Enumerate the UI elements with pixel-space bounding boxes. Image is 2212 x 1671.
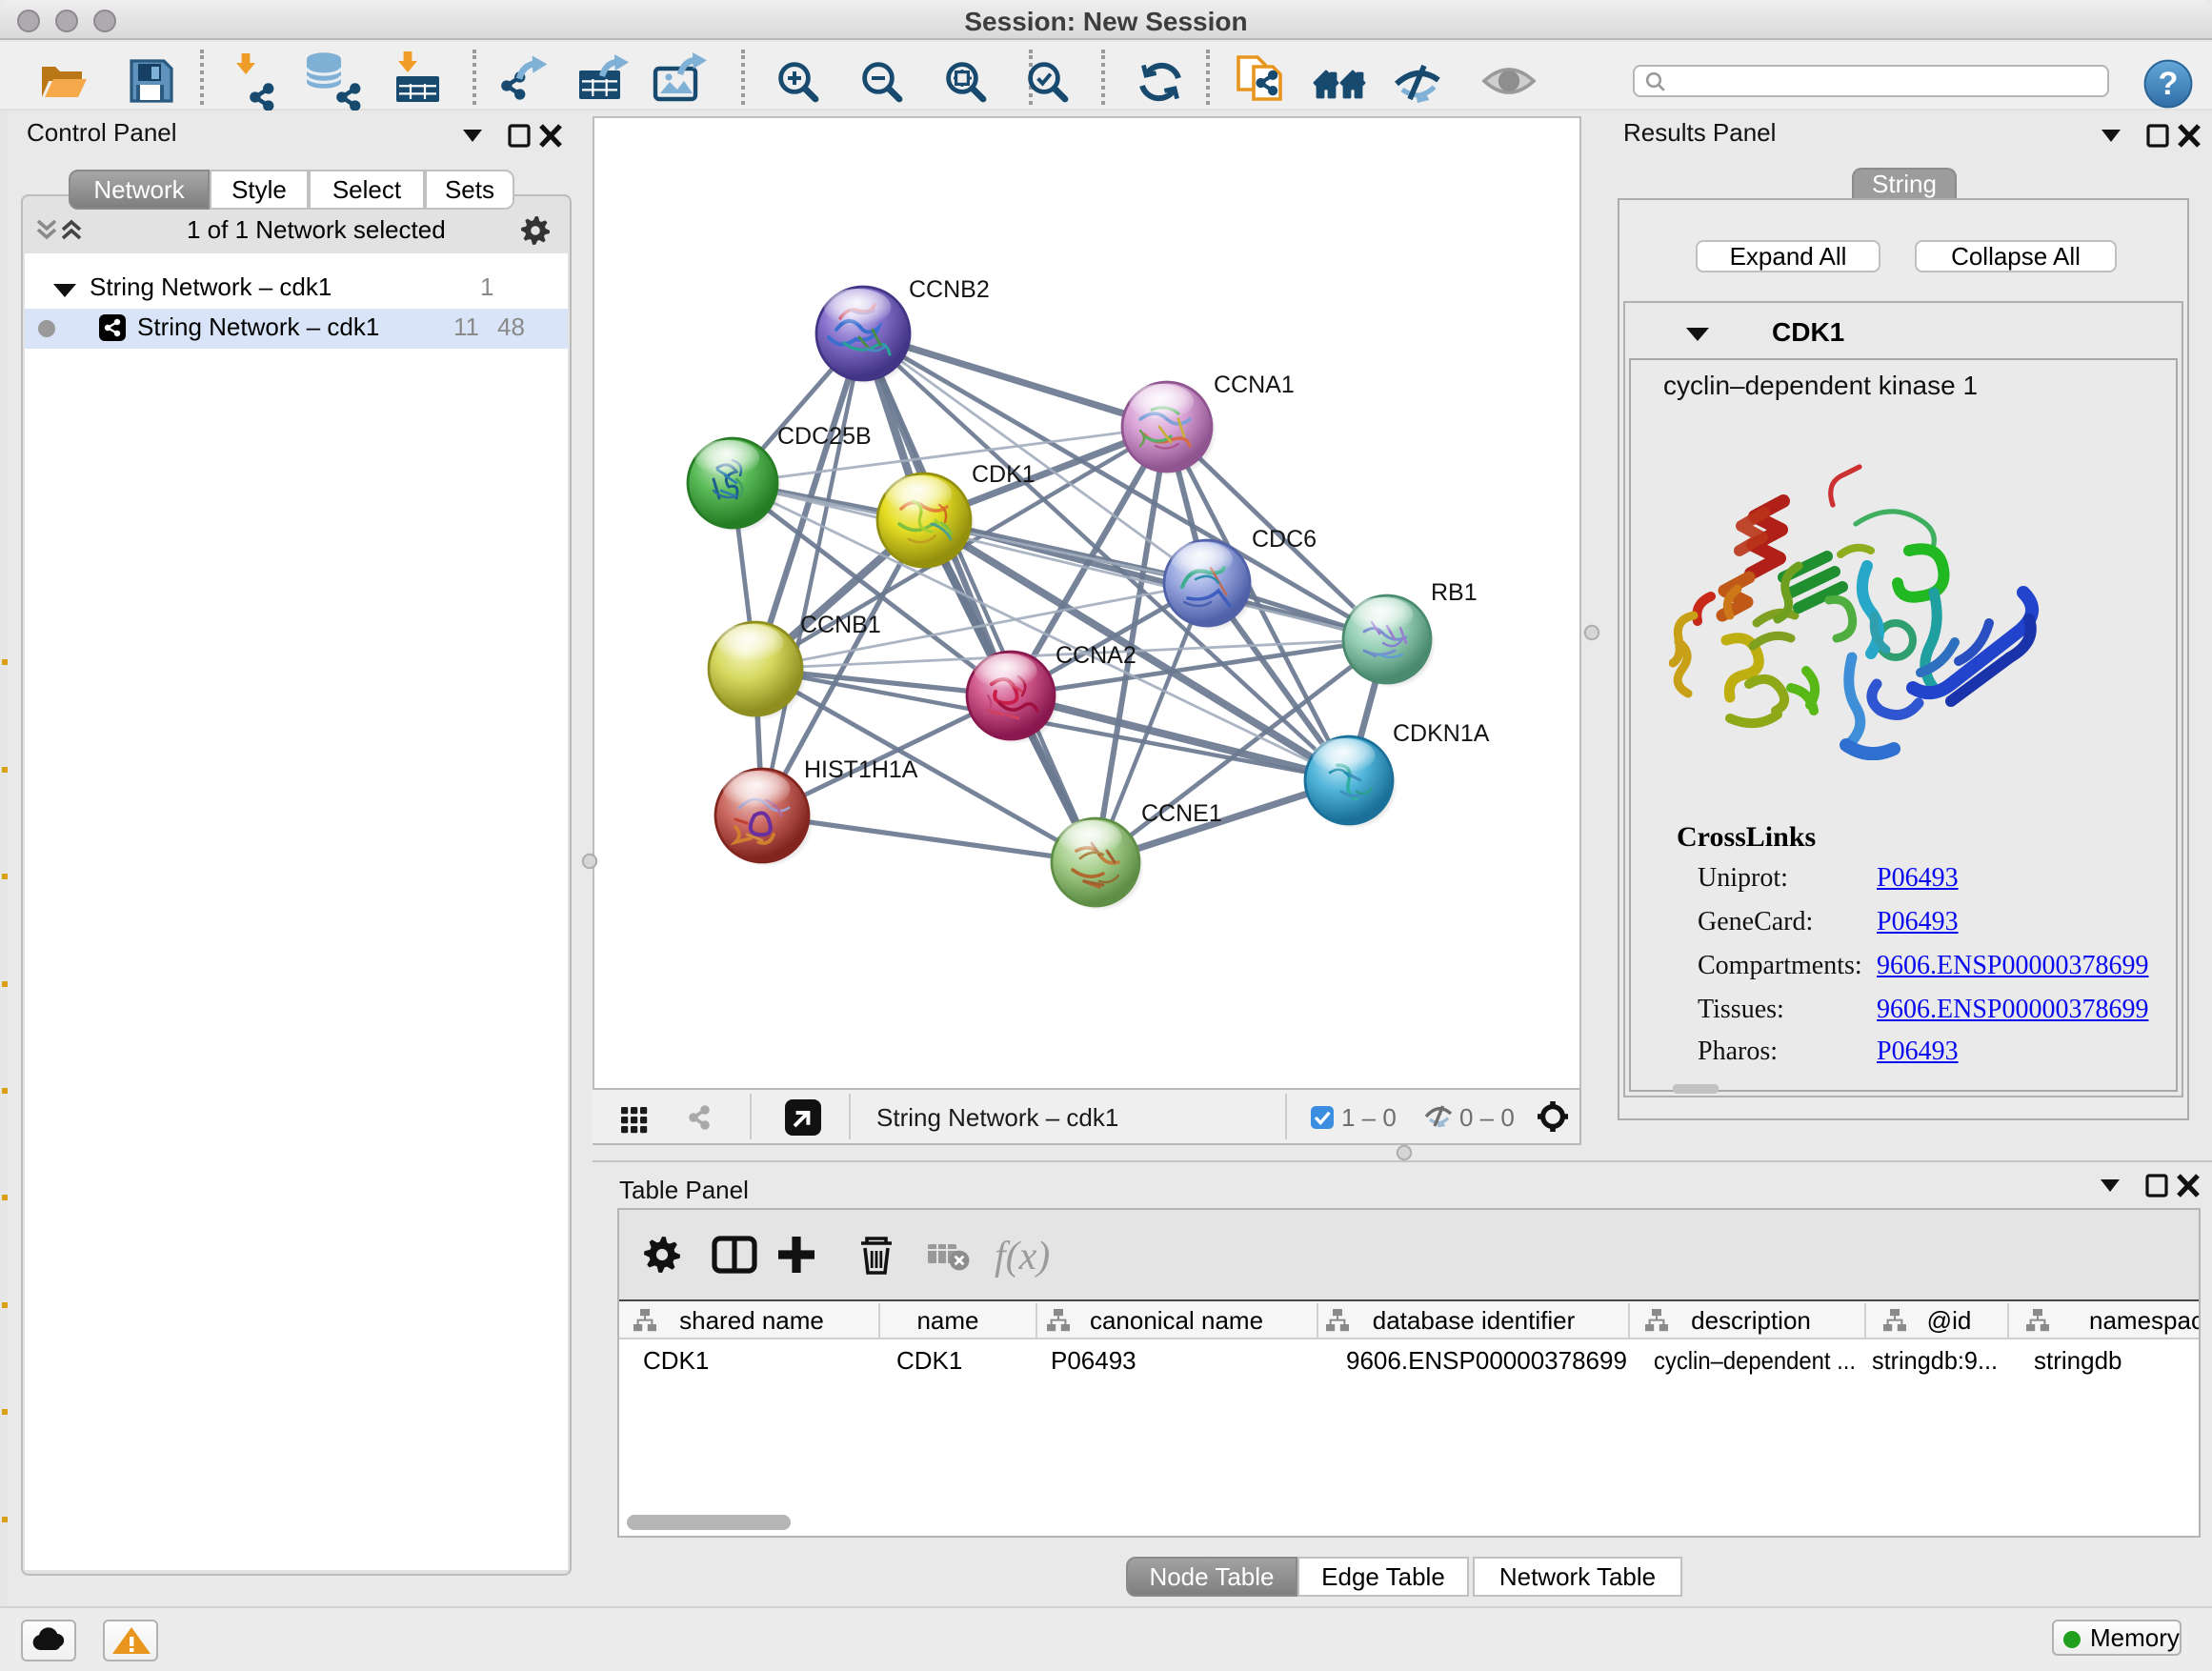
svg-text:CDK1: CDK1 [895, 1346, 961, 1375]
svg-text:cyclin–dependent ...: cyclin–dependent ... [1653, 1346, 1855, 1375]
svg-text:CCNB2: CCNB2 [909, 276, 990, 303]
svg-text:1 – 0: 1 – 0 [1341, 1103, 1397, 1132]
svg-text:CCNE1: CCNE1 [1141, 800, 1222, 827]
svg-text:description: description [1690, 1306, 1810, 1335]
svg-text:f(x): f(x) [994, 1235, 1049, 1278]
svg-text:CDKN1A: CDKN1A [1393, 720, 1490, 747]
svg-text:CDK1: CDK1 [642, 1346, 708, 1375]
svg-text:RB1: RB1 [1431, 579, 1478, 606]
svg-text:String Network – cdk1: String Network – cdk1 [876, 1103, 1118, 1132]
svg-text:CCNB1: CCNB1 [800, 612, 881, 638]
svg-text:CDC6: CDC6 [1252, 526, 1317, 553]
svg-text:HIST1H1A: HIST1H1A [804, 756, 918, 783]
svg-text:CCNA2: CCNA2 [1056, 642, 1136, 669]
svg-text:name: name [915, 1306, 977, 1335]
svg-text:P06493: P06493 [1050, 1346, 1136, 1375]
svg-text:CCNA1: CCNA1 [1214, 372, 1295, 398]
svg-text:database identifier: database identifier [1372, 1306, 1575, 1335]
svg-text:namespace: namespace [2088, 1306, 2198, 1335]
svg-text:CDK1: CDK1 [972, 461, 1036, 488]
svg-text:stringdb: stringdb [2033, 1346, 2122, 1375]
svg-text:shared name: shared name [678, 1306, 823, 1335]
svg-text:0 – 0: 0 – 0 [1459, 1103, 1515, 1132]
svg-text:9606.ENSP00000378699: 9606.ENSP00000378699 [1345, 1346, 1626, 1375]
svg-text:CDC25B: CDC25B [777, 423, 872, 450]
svg-text:?: ? [2159, 66, 2179, 102]
svg-text:canonical name: canonical name [1089, 1306, 1262, 1335]
svg-text:stringdb:9...: stringdb:9... [1871, 1346, 1997, 1375]
svg-text:@id: @id [1926, 1306, 1971, 1335]
